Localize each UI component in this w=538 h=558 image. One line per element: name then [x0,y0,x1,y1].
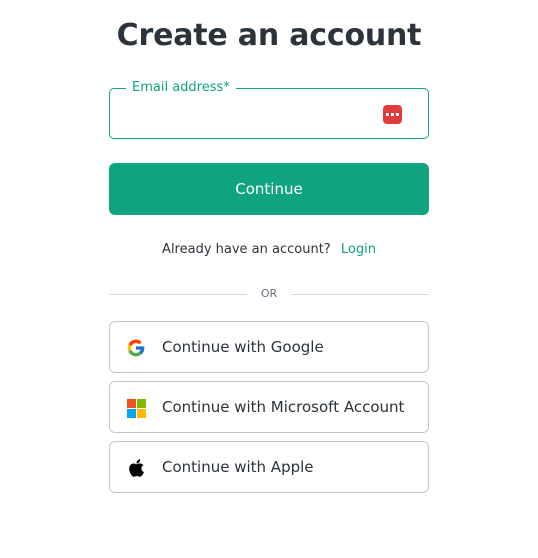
microsoft-icon [126,398,146,418]
password-manager-icon[interactable] [383,105,402,124]
continue-with-google-button[interactable]: Continue with Google [109,321,429,373]
divider-line-left [109,294,247,295]
email-input[interactable] [124,103,374,125]
apple-button-label: Continue with Apple [162,458,314,476]
google-button-label: Continue with Google [162,338,324,356]
email-field-label: Email address* [126,80,236,96]
continue-with-microsoft-button[interactable]: Continue with Microsoft Account [109,381,429,433]
continue-button[interactable]: Continue [109,163,429,215]
divider-line-right [291,294,429,295]
google-icon [126,338,146,358]
login-link[interactable]: Login [341,242,376,257]
page-title: Create an account [116,18,422,53]
microsoft-button-label: Continue with Microsoft Account [162,398,405,416]
login-prompt: Already have an account? Login [0,242,538,257]
login-prompt-text: Already have an account? [162,242,331,257]
email-field[interactable]: Email address* [109,80,429,139]
continue-with-apple-button[interactable]: Continue with Apple [109,441,429,493]
apple-icon [126,458,146,478]
signup-page: Create an account Email address* Continu… [0,0,538,558]
or-divider-text: OR [260,287,278,300]
